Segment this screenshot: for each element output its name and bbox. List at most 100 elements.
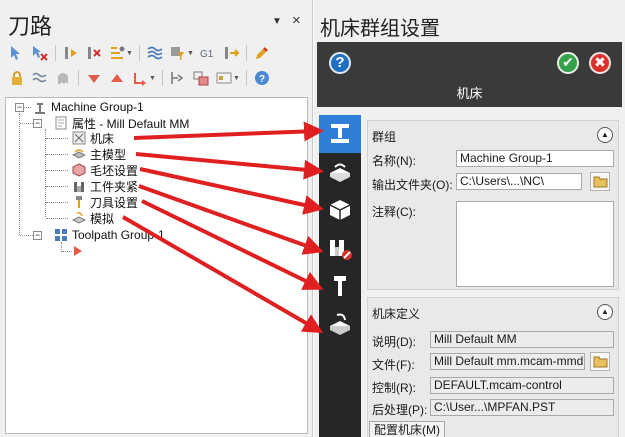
file-label: 文件(F): [372, 358, 415, 372]
tree-line [24, 107, 31, 108]
dropdown-icon[interactable]: ▼ [233, 75, 240, 82]
properties-area: 群组 ▲ 名称(N): Machine Group-1 输出文件夹(O): C:… [365, 115, 623, 437]
control-label: 控制(R): [372, 381, 416, 395]
tree-node-machine[interactable]: 机床 [72, 130, 114, 146]
post-processor-label: 后处理(P): [372, 403, 428, 417]
tab-fixture[interactable] [319, 229, 361, 267]
tab-stock[interactable] [319, 191, 361, 229]
tab-simulation[interactable] [319, 305, 361, 343]
dropdown-icon[interactable]: ▼ [187, 50, 194, 57]
toolpath-sort-icon[interactable] [106, 43, 128, 63]
ok-button[interactable]: ✔ [557, 52, 579, 74]
edit-icon[interactable] [251, 43, 273, 63]
tree-line [46, 218, 68, 219]
browse-folder-button[interactable] [590, 172, 610, 191]
group-icon[interactable] [190, 68, 212, 88]
tree-node-stock-setup[interactable]: 毛坯设置 [72, 162, 138, 178]
folder-icon [593, 356, 607, 368]
panel-title: 刀路 [8, 14, 53, 39]
name-field[interactable]: Machine Group-1 [456, 150, 614, 167]
stack-icon[interactable] [144, 43, 166, 63]
stock-icon [329, 200, 351, 220]
machine-group-icon [33, 100, 47, 114]
tree-node-label: Toolpath Group-1 [72, 228, 165, 242]
tool-icon [334, 276, 346, 296]
tree-node-label: 机床 [90, 131, 115, 146]
comment-field[interactable] [456, 201, 614, 287]
section-title: 群组 [372, 130, 397, 144]
close-icon[interactable]: × [292, 12, 301, 29]
regen-icon[interactable] [60, 43, 82, 63]
collapse-toggle[interactable]: − [33, 231, 42, 240]
section-title: 机床定义 [372, 307, 421, 321]
properties-icon [54, 116, 68, 130]
move-down-icon[interactable] [83, 68, 105, 88]
tree-node-label: 刀具设置 [90, 195, 139, 210]
simulation-icon [330, 313, 350, 335]
tree-line [20, 235, 33, 236]
pin-dropdown-icon[interactable]: ▼ [272, 16, 282, 27]
tree-node-simulation[interactable]: 模拟 [72, 210, 114, 226]
post-selected-icon[interactable] [220, 43, 242, 63]
tree-node-machine-group[interactable]: Machine Group-1 [33, 99, 144, 115]
move-up-icon[interactable] [106, 68, 128, 88]
collapse-button[interactable]: ▲ [597, 304, 613, 320]
browse-file-button[interactable] [590, 352, 610, 371]
collapse-button[interactable]: ▲ [597, 127, 613, 143]
toolbar-separator [78, 70, 79, 86]
collapse-toggle[interactable]: − [33, 119, 42, 128]
machine-icon [72, 131, 86, 145]
toolbar-separator [245, 70, 247, 86]
dialog-header: ? ✔ ✖ 机床 [317, 42, 622, 107]
regen-dirty-icon[interactable] [83, 43, 105, 63]
tree-line [19, 113, 20, 235]
description-field[interactable]: Mill Default MM [430, 331, 614, 348]
collapse-toggle[interactable]: − [15, 103, 24, 112]
post-processor-field[interactable]: C:\User...\MPFAN.PST [430, 399, 614, 416]
tab-machine[interactable] [319, 115, 361, 153]
lock-icon[interactable] [6, 68, 28, 88]
ghost-icon[interactable] [52, 68, 74, 88]
model-icon [330, 163, 350, 182]
deselect-icon[interactable] [29, 43, 51, 63]
configure-machine-button[interactable]: 配置机床(M) [369, 421, 445, 437]
output-folder-label: 输出文件夹(O): [372, 178, 453, 192]
insert-arrow-icon[interactable] [129, 68, 151, 88]
tab-model[interactable] [319, 153, 361, 191]
name-label: 名称(N): [372, 154, 416, 168]
tree-node-main-model[interactable]: 主模型 [72, 146, 126, 162]
tree-node-label: Machine Group-1 [51, 100, 144, 114]
help-icon[interactable]: ? [251, 68, 273, 88]
help-button[interactable]: ? [329, 52, 351, 74]
group-section: 群组 ▲ 名称(N): Machine Group-1 输出文件夹(O): C:… [367, 120, 619, 290]
dropdown-icon[interactable]: ▼ [126, 50, 133, 57]
toolbar-separator [55, 45, 56, 61]
stock-icon [72, 163, 86, 177]
display-icon[interactable] [213, 68, 235, 88]
expand-icon[interactable] [167, 68, 189, 88]
filter-icon[interactable] [167, 43, 189, 63]
tree-node-label: 模拟 [90, 211, 115, 226]
tree-line [46, 202, 68, 203]
header-label: 机床 [456, 86, 483, 101]
tree-node-properties[interactable]: 属性 - Mill Default MM [54, 115, 189, 131]
wave-icon[interactable] [29, 68, 51, 88]
machine-definition-section: 机床定义 ▲ 说明(D): Mill Default MM 文件(F): Mil… [367, 297, 619, 437]
file-field[interactable]: Mill Default mm.mcam-mmd [430, 353, 585, 370]
machine-group-settings-panel: 机床群组设置 ? ✔ ✖ 机床 群组 ▲ 名称(N): Machine Grou… [314, 0, 625, 437]
tree-node-toolpath-group[interactable]: Toolpath Group-1 [54, 227, 165, 243]
description-label: 说明(D): [372, 335, 416, 349]
simulation-icon [72, 211, 86, 225]
tree-node-fixture[interactable]: 工件夹紧 [72, 178, 138, 194]
tree-line [62, 251, 72, 252]
tree-node-tool-setup[interactable]: 刀具设置 [72, 194, 138, 210]
output-folder-field[interactable]: C:\Users\...\NC\ [456, 173, 582, 190]
g1-post-icon[interactable]: G1 [197, 43, 219, 63]
select-all-icon[interactable] [6, 43, 28, 63]
tree-line [46, 154, 68, 155]
tab-tool-setup[interactable] [319, 267, 361, 305]
toolpaths-panel: 刀路 ▼ × ▼ ▼ G1 ▼ ▼ ? − Machine Group-1 − … [0, 0, 313, 437]
control-field[interactable]: DEFAULT.mcam-control [430, 377, 614, 394]
cancel-button[interactable]: ✖ [589, 52, 611, 74]
dropdown-icon[interactable]: ▼ [149, 75, 156, 82]
